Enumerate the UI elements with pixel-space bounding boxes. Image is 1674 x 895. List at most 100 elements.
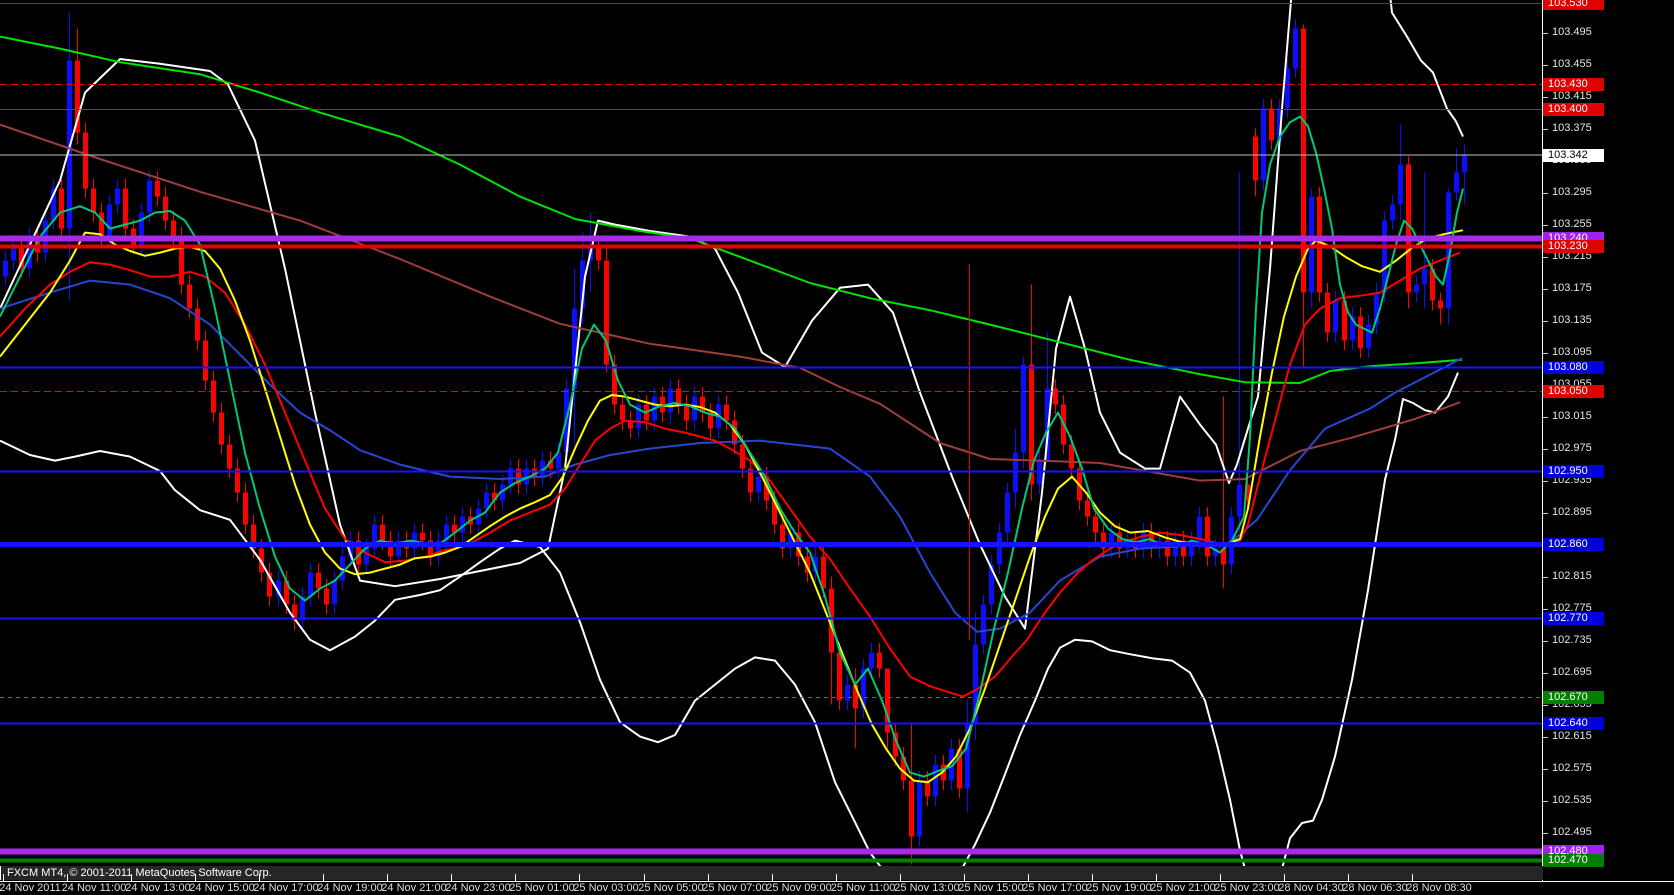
candle-body <box>115 189 120 205</box>
candle-body <box>1462 155 1467 173</box>
price-tick <box>1543 641 1548 642</box>
time-tick <box>900 874 901 881</box>
candle-body <box>1438 301 1443 309</box>
time-tick <box>1412 874 1413 881</box>
price-tick <box>1543 353 1548 354</box>
time-tick <box>579 874 580 881</box>
price-badge-102.670: 102.670 <box>1543 691 1604 704</box>
price-tick-label: 102.535 <box>1552 794 1592 807</box>
candle-body <box>1053 389 1058 405</box>
time-tick <box>515 874 516 881</box>
time-tick-label: 25 Nov 19:00 <box>1086 882 1151 894</box>
candle-body <box>1454 173 1459 193</box>
time-tick-label: 28 Nov 06:30 <box>1342 882 1407 894</box>
price-tick-label: 103.495 <box>1552 26 1592 39</box>
time-tick <box>644 874 645 881</box>
chart-canvas[interactable] <box>0 0 1542 866</box>
time-tick <box>259 874 260 881</box>
price-badge-103.230: 103.230 <box>1543 240 1604 253</box>
candle-body <box>1422 269 1427 285</box>
price-tick-label: 102.895 <box>1552 506 1592 519</box>
price-tick-label: 102.975 <box>1552 442 1592 455</box>
time-tick <box>1092 874 1093 881</box>
candle-body <box>203 341 208 381</box>
price-axis[interactable]: 103.495103.455103.415103.375103.335103.2… <box>1542 0 1674 881</box>
candle-body <box>684 405 689 421</box>
candle-body <box>981 605 986 645</box>
candle-body <box>668 389 673 413</box>
candle-body <box>620 405 625 421</box>
candle-body <box>308 573 313 597</box>
time-tick-label: 25 Nov 03:00 <box>573 882 638 894</box>
price-tick-label: 102.575 <box>1552 762 1592 775</box>
candle-body <box>380 525 385 541</box>
price-badge-103.430: 103.430 <box>1543 78 1604 91</box>
ma-yellow-line[interactable] <box>0 230 1463 782</box>
price-tick <box>1543 321 1548 322</box>
candle-body <box>1398 165 1403 205</box>
candle-body <box>1253 137 1258 181</box>
time-tick-label: 25 Nov 11:00 <box>831 882 896 894</box>
candle-body <box>243 493 248 525</box>
candle-body <box>1333 301 1338 333</box>
candlestick-chart[interactable] <box>0 0 1542 866</box>
candle-body <box>364 549 369 565</box>
price-tick <box>1543 769 1548 770</box>
ma-green-fast-line[interactable] <box>0 117 1463 777</box>
candle-body <box>1085 501 1090 517</box>
price-tick-label: 103.135 <box>1552 314 1592 327</box>
candle-body <box>1237 485 1242 517</box>
candle-body <box>83 133 88 189</box>
time-tick-label: 25 Nov 09:00 <box>766 882 831 894</box>
time-tick <box>3 874 4 881</box>
price-tick <box>1543 289 1548 290</box>
candle-body <box>324 589 329 605</box>
candle-body <box>821 557 826 589</box>
price-tick-label: 103.095 <box>1552 346 1592 359</box>
ma-red-line[interactable] <box>0 253 1460 697</box>
price-tick <box>1543 33 1548 34</box>
price-tick <box>1543 673 1548 674</box>
time-tick <box>387 874 388 881</box>
candle-body <box>1021 365 1026 453</box>
time-tick <box>772 874 773 881</box>
price-tick <box>1543 225 1548 226</box>
price-tick-label: 102.495 <box>1552 826 1592 839</box>
time-tick <box>1284 874 1285 881</box>
candle-body <box>1093 517 1098 533</box>
time-tick <box>1028 874 1029 881</box>
price-tick <box>1543 129 1548 130</box>
price-tick-label: 103.375 <box>1552 122 1592 135</box>
candle-body <box>187 285 192 309</box>
candle-body <box>484 493 489 509</box>
candle-body <box>219 413 224 445</box>
candle-body <box>676 389 681 405</box>
time-tick <box>1220 874 1221 881</box>
candle-body <box>909 781 914 837</box>
price-tick-label: 102.615 <box>1552 730 1592 743</box>
time-axis[interactable]: 24 Nov 201124 Nov 11:0024 Nov 13:0024 No… <box>0 882 1674 895</box>
time-tick <box>323 874 324 881</box>
time-tick-label: 24 Nov 2011 <box>0 882 61 894</box>
candle-body <box>123 189 128 229</box>
time-tick <box>195 874 196 881</box>
price-tick <box>1543 801 1548 802</box>
time-tick-label: 25 Nov 23:00 <box>1214 882 1279 894</box>
candle-body <box>316 573 321 589</box>
candle-body <box>3 261 8 277</box>
candle-body <box>1366 325 1371 349</box>
price-tick-label: 102.695 <box>1552 666 1592 679</box>
candle-body <box>99 213 104 237</box>
candle-body <box>877 653 882 669</box>
candle-body <box>1293 29 1298 69</box>
candle-body <box>869 653 874 669</box>
time-tick-label: 24 Nov 11:00 <box>62 882 127 894</box>
candle-body <box>1325 293 1330 333</box>
candle-body <box>1005 493 1010 533</box>
time-tick-label: 25 Nov 01:00 <box>509 882 574 894</box>
candle-body <box>724 405 729 421</box>
copyright-text: FXCM MT4, © 2001-2011 MetaQuotes Softwar… <box>7 867 272 879</box>
time-tick-label: 25 Nov 05:00 <box>638 882 703 894</box>
price-tick-label: 103.015 <box>1552 410 1592 423</box>
price-tick <box>1543 609 1548 610</box>
